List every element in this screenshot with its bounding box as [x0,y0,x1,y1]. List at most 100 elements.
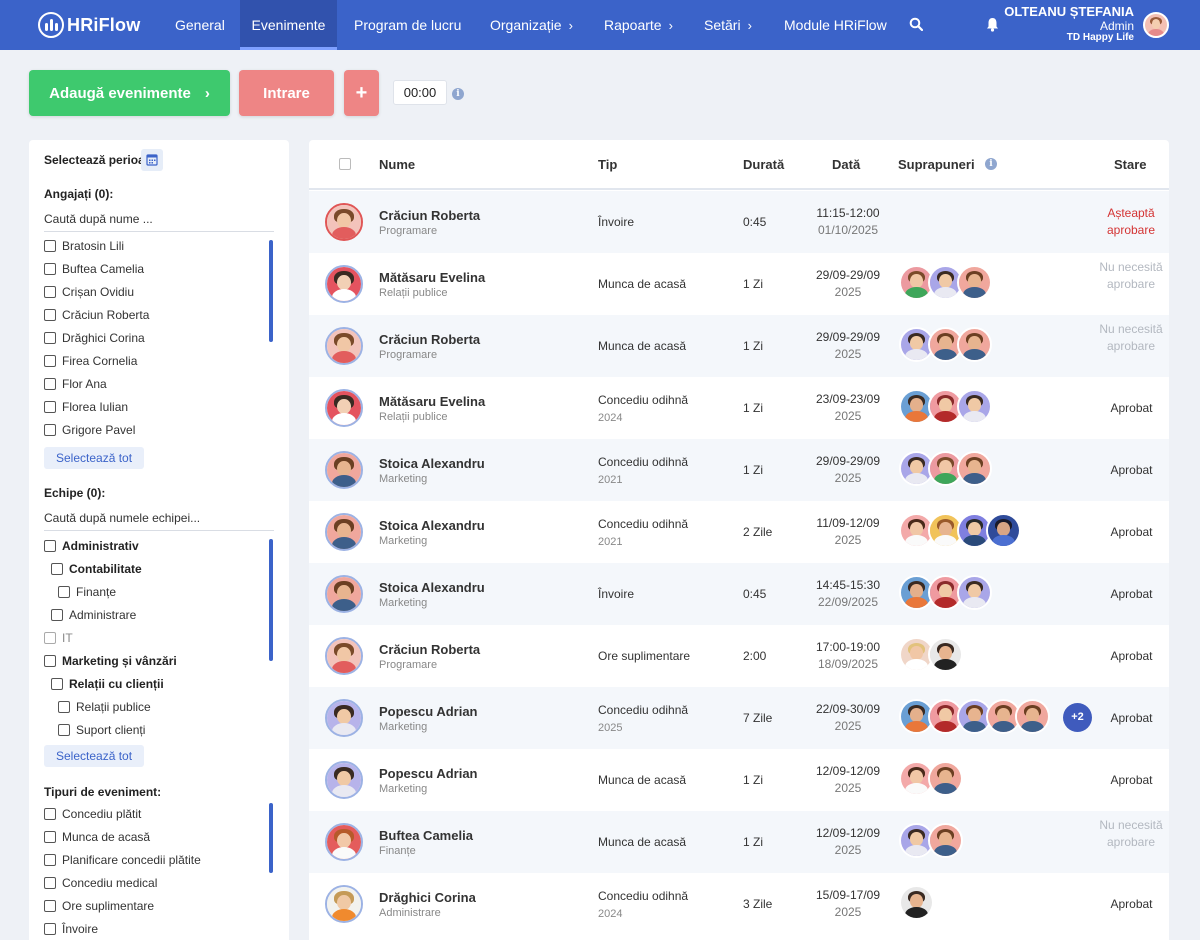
avatar[interactable] [325,885,363,923]
event-type-filter-item[interactable]: Concediu plătit [44,802,274,825]
avatar[interactable] [325,699,363,737]
col-header-date[interactable]: Dată [832,157,860,172]
avatar[interactable] [325,637,363,675]
table-row[interactable]: Stoica Alexandru Marketing Concediu odihnă… [309,501,1169,563]
checkbox[interactable] [44,285,56,298]
col-header-status[interactable]: Stare [1114,157,1147,172]
event-type-scrollbar[interactable] [269,803,273,873]
employee-filter-item[interactable]: Buftea Camelia [44,257,274,280]
overlap-avatar[interactable] [957,265,992,300]
team-filter-item[interactable]: Finanțe [44,580,274,603]
team-search-input[interactable]: Caută după numele echipei... [44,507,274,531]
nav-general[interactable]: General [175,0,225,50]
event-type-filter-item[interactable]: Planificare concedii plătite [44,848,274,871]
table-row[interactable]: Popescu Adrian Marketing Munca de acasă 1 Z… [309,749,1169,811]
table-row[interactable]: Stoica Alexandru Marketing Concediu odihnă… [309,439,1169,501]
checkbox[interactable] [44,654,56,667]
employee-name[interactable]: Popescu Adrian [379,766,477,781]
calendar-button[interactable] [141,149,163,171]
employee-name[interactable]: Popescu Adrian [379,704,477,719]
entry-button[interactable]: Intrare [239,70,334,116]
select-all-employees-button[interactable]: Selectează tot [44,447,145,469]
employee-name[interactable]: Stoica Alexandru [379,518,485,533]
checkbox[interactable] [58,723,70,736]
checkbox[interactable] [51,677,63,690]
employee-filter-item[interactable]: Florea Iulian [44,395,274,418]
employee-scrollbar[interactable] [269,240,273,342]
team-filter-item[interactable]: IT [44,626,274,649]
user-name[interactable]: OLTEANU ȘTEFANIA [1004,4,1134,19]
table-row[interactable]: Crăciun Roberta Programare Învoire 0:45 11:1… [309,191,1169,253]
avatar[interactable] [325,265,363,303]
avatar[interactable] [325,575,363,613]
overlap-avatar[interactable] [928,823,963,858]
checkbox[interactable] [44,899,56,912]
checkbox[interactable] [44,262,56,275]
nav-set-ri[interactable]: Setări › [704,0,752,50]
avatar[interactable] [325,513,363,551]
search-icon[interactable] [909,17,923,31]
nav-organiza-ie[interactable]: Organizație › [490,0,573,50]
team-filter-item[interactable]: Contabilitate [44,557,274,580]
employee-search-input[interactable]: Caută după nume ... [44,208,274,232]
team-filter-item[interactable]: Administrativ [44,534,274,557]
table-row[interactable]: Buftea Camelia Finanțe Munca de acasă 1 Zi 1… [309,811,1169,873]
overlap-avatar[interactable] [957,327,992,362]
table-row[interactable]: Drăghici Corina Administrare Concediu odih… [309,873,1169,935]
checkbox[interactable] [44,377,56,390]
col-header-name[interactable]: Nume [379,157,415,172]
overlap-avatar[interactable] [957,451,992,486]
checkbox[interactable] [44,807,56,820]
avatar[interactable] [325,451,363,489]
event-type-filter-item[interactable]: Concediu medical [44,871,274,894]
employee-filter-item[interactable]: Crișan Ovidiu [44,280,274,303]
checkbox[interactable] [51,608,63,621]
checkbox[interactable] [44,308,56,321]
checkbox[interactable] [44,400,56,413]
app-logo[interactable]: HRiFlow [38,11,140,39]
employee-filter-item[interactable]: Crăciun Roberta [44,303,274,326]
employee-name[interactable]: Crăciun Roberta [379,642,480,657]
table-row[interactable]: Crăciun Roberta Programare Ore suplimentar… [309,625,1169,687]
employee-filter-item[interactable]: Firea Cornelia [44,349,274,372]
employee-filter-item[interactable]: Flor Ana [44,372,274,395]
table-row[interactable]: Crăciun Roberta Programare Munca de acasă 1… [309,315,1169,377]
overlap-avatar[interactable] [957,575,992,610]
checkbox[interactable] [44,631,56,644]
team-filter-item[interactable]: Administrare [44,603,274,626]
avatar[interactable] [325,823,363,861]
team-filter-item[interactable]: Relații publice [44,695,274,718]
employee-name[interactable]: Stoica Alexandru [379,456,485,471]
checkbox[interactable] [44,423,56,436]
checkbox[interactable] [51,562,63,575]
nav-evenimente[interactable]: Evenimente [240,0,337,50]
employee-name[interactable]: Mătăsaru Evelina [379,394,485,409]
employee-name[interactable]: Buftea Camelia [379,828,473,843]
table-row[interactable]: Stoica Alexandru Marketing Învoire 0:45 14:4… [309,563,1169,625]
event-type-filter-item[interactable]: Ore suplimentare [44,894,274,917]
avatar[interactable] [325,389,363,427]
overlap-avatar[interactable] [986,513,1021,548]
team-filter-item[interactable]: Suport clienți [44,718,274,741]
overlap-avatar[interactable] [957,389,992,424]
event-type-filter-item[interactable]: Învoire [44,917,274,940]
event-type-filter-item[interactable]: Munca de acasă [44,825,274,848]
nav-module-hriflow[interactable]: Module HRiFlow [784,0,887,50]
col-header-duration[interactable]: Durată [743,157,784,172]
overlap-avatar[interactable] [899,885,934,920]
overlap-avatar[interactable] [1015,699,1050,734]
overlaps-info-icon[interactable]: i [985,158,997,170]
checkbox[interactable] [44,853,56,866]
checkbox[interactable] [44,539,56,552]
employee-name[interactable]: Crăciun Roberta [379,208,480,223]
avatar[interactable] [325,761,363,799]
checkbox[interactable] [44,239,56,252]
select-all-teams-button[interactable]: Selectează tot [44,745,145,767]
employee-name[interactable]: Crăciun Roberta [379,332,480,347]
team-filter-item[interactable]: Marketing și vânzări [44,649,274,672]
nav-program-de-lucru[interactable]: Program de lucru [354,0,461,50]
checkbox[interactable] [44,830,56,843]
checkbox[interactable] [44,331,56,344]
col-header-overlaps[interactable]: Suprapuneri [898,157,975,172]
checkbox[interactable] [58,585,70,598]
